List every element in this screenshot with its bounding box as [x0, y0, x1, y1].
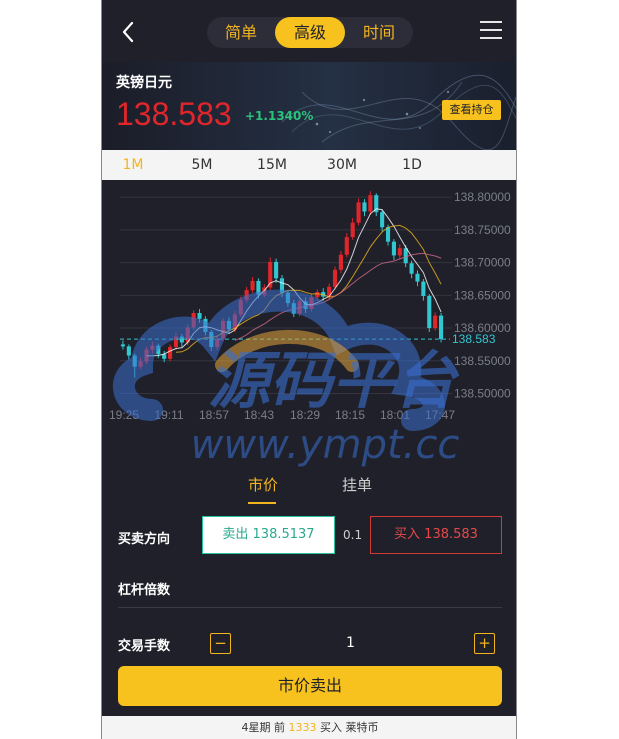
- x-tick-label: 19:11: [154, 408, 183, 422]
- x-tick-label: 18:57: [199, 408, 229, 422]
- candle-body: [256, 280, 261, 295]
- price-change-percent: +1.1340%: [245, 109, 314, 123]
- period-tabs: 1M 5M 15M 30M 1D: [102, 150, 516, 180]
- buy-button[interactable]: 买入 138.583: [370, 516, 502, 554]
- ticker-count: 1333: [288, 721, 317, 734]
- tab-market[interactable]: 市价: [248, 474, 278, 495]
- quote-banner: 英镑日元 138.583 +1.1340% 查看持仓: [102, 62, 516, 150]
- candle-body: [309, 297, 314, 310]
- lots-value[interactable]: 1: [346, 635, 355, 651]
- candle-body: [421, 281, 426, 296]
- candle-body: [279, 278, 285, 293]
- hamburger-menu-icon[interactable]: [480, 21, 502, 41]
- candle-body: [238, 299, 243, 315]
- candle-body: [433, 315, 438, 329]
- candle-body: [380, 212, 385, 228]
- candle-body: [197, 312, 202, 319]
- candle-body: [315, 292, 320, 298]
- lots-label: 交易手数: [118, 639, 171, 654]
- candle-body: [226, 320, 232, 330]
- x-tick-label: 18:43: [244, 408, 274, 422]
- view-positions-button[interactable]: 查看持仓: [442, 100, 501, 120]
- leverage-row[interactable]: 杠杆倍数: [118, 565, 502, 608]
- leverage-label: 杠杆倍数: [118, 583, 171, 598]
- ma5-line: [146, 208, 442, 357]
- candle-body: [162, 354, 167, 359]
- candle-body: [250, 280, 255, 291]
- y-tick-label: 138.50000: [454, 386, 511, 400]
- tab-simple[interactable]: 简单: [207, 17, 275, 48]
- top-bar: 简单 高级 时间: [102, 0, 516, 64]
- candle-body: [391, 241, 396, 256]
- candle-body: [274, 261, 279, 279]
- spread-value: 0.1: [343, 528, 363, 542]
- candle-body: [173, 336, 179, 348]
- candle-body: [338, 254, 343, 270]
- y-tick-label: 138.55000: [454, 354, 511, 368]
- x-tick-label: 17:47: [425, 408, 455, 422]
- submit-order-button[interactable]: 市价卖出: [118, 666, 502, 706]
- x-tick-label: 18:01: [380, 408, 410, 422]
- period-30m[interactable]: 30M: [317, 150, 367, 180]
- candle-body: [156, 345, 161, 355]
- candle-body: [350, 222, 355, 238]
- period-15m[interactable]: 15M: [247, 150, 297, 180]
- candle-body: [409, 263, 414, 274]
- candle-body: [244, 290, 249, 300]
- y-tick-label: 138.70000: [454, 256, 511, 270]
- ma10-line: [175, 224, 442, 353]
- order-type-tabs: 市价 挂单: [102, 470, 516, 506]
- sell-button[interactable]: 卖出 138.5137: [202, 516, 335, 554]
- period-5m[interactable]: 5M: [177, 150, 227, 180]
- current-price: 138.583: [116, 96, 232, 132]
- x-tick-label: 18:29: [290, 408, 320, 422]
- ticker-time: 4星期 前: [241, 721, 286, 734]
- candlestick-chart[interactable]: 138.80000 138.75000 138.70000 138.65000 138.…: [102, 180, 517, 430]
- candle-body: [168, 347, 173, 359]
- tab-advanced[interactable]: 高级: [275, 17, 345, 48]
- candle-body: [344, 237, 349, 255]
- decrease-lots-button[interactable]: −: [210, 633, 231, 654]
- candle-body: [120, 344, 126, 347]
- candle-body: [397, 248, 402, 256]
- candle-body: [132, 355, 137, 367]
- candle-body: [427, 295, 432, 329]
- currency-pair-name: 英镑日元: [116, 75, 172, 91]
- active-tab-underline: [248, 502, 276, 504]
- period-1m[interactable]: 1M: [108, 150, 158, 180]
- x-tick-label: 19:25: [109, 408, 139, 422]
- candle-body: [356, 202, 361, 223]
- tab-time[interactable]: 时间: [345, 17, 413, 48]
- y-tick-label: 138.80000: [454, 190, 511, 204]
- back-arrow-icon[interactable]: [116, 18, 142, 46]
- candle-body: [285, 292, 290, 304]
- tab-pending[interactable]: 挂单: [342, 474, 372, 495]
- app-screen: 简单 高级 时间 英镑日元 138.583 +1.1340% 查看持仓 1M 5…: [101, 0, 517, 739]
- increase-lots-button[interactable]: +: [474, 633, 495, 654]
- candle-body: [221, 320, 226, 339]
- period-1d[interactable]: 1D: [387, 150, 437, 180]
- ticker-action: 买入 莱特币: [320, 721, 379, 734]
- activity-ticker: 4星期 前 1333 买入 莱特币: [102, 716, 516, 739]
- candle-body: [415, 273, 420, 282]
- candle-body: [403, 248, 408, 264]
- candle-body: [385, 227, 391, 242]
- y-tick-label: 138.65000: [454, 288, 511, 302]
- x-tick-label: 18:15: [335, 408, 365, 422]
- candle-body: [150, 345, 155, 350]
- candle-body: [203, 318, 208, 332]
- candle-body: [438, 315, 444, 340]
- mode-switch: 简单 高级 时间: [207, 17, 413, 48]
- candle-body: [215, 338, 220, 348]
- candle-body: [332, 269, 338, 287]
- direction-label: 买卖方向: [118, 532, 171, 547]
- y-tick-label: 138.75000: [454, 223, 511, 237]
- current-price-label: 138.583: [452, 332, 496, 346]
- candle-body: [362, 202, 367, 212]
- candle-body: [138, 361, 143, 367]
- candle-body: [126, 346, 131, 356]
- candle-body: [368, 195, 373, 212]
- candle-body: [191, 312, 196, 328]
